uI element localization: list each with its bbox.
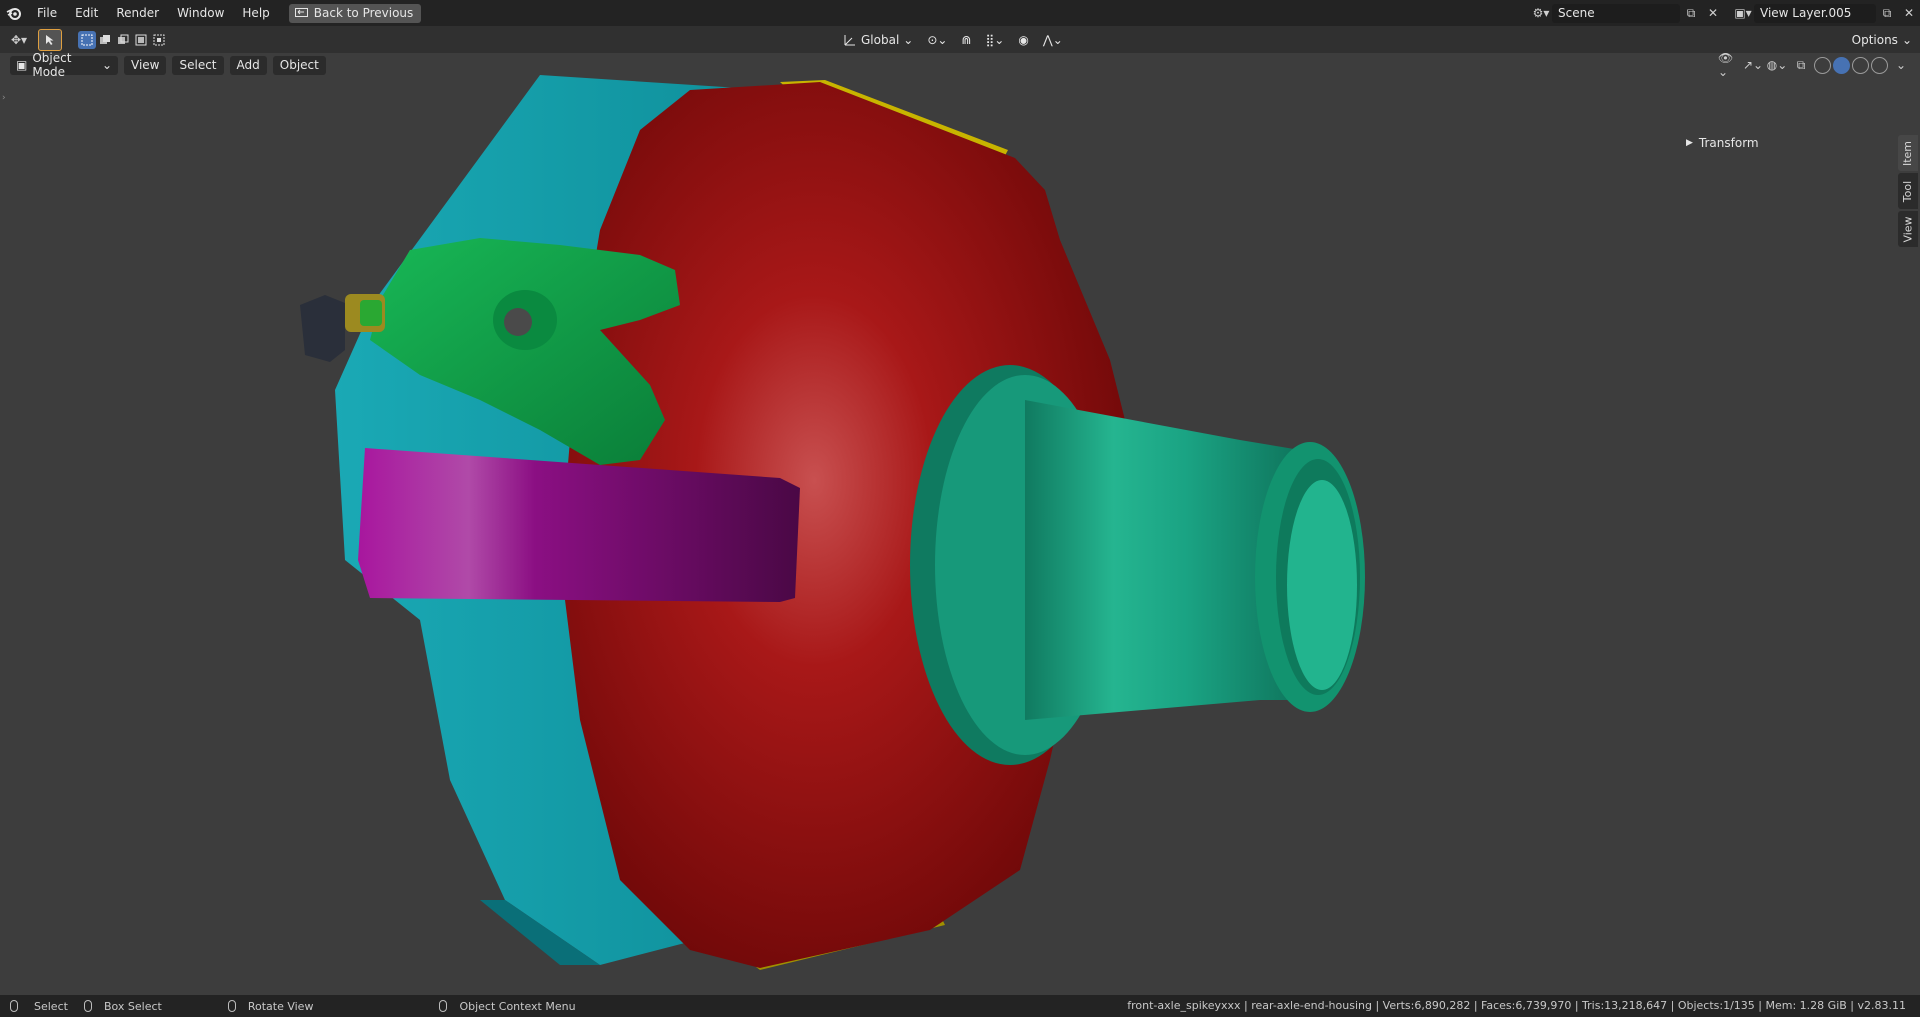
object-mode-icon: ▣ [16, 58, 28, 72]
pivot-point-dropdown[interactable]: ⊙⌄ [922, 30, 952, 49]
object-mode-dropdown[interactable]: ▣ Object Mode ⌄ [10, 51, 118, 79]
scene-browse-icon[interactable]: ⚙▾ [1530, 3, 1552, 23]
hint-select: Select [10, 1000, 68, 1013]
view-layer-browse-icon[interactable]: ▣▾ [1732, 3, 1754, 23]
new-scene-icon[interactable]: ⧉ [1680, 3, 1702, 23]
options-label: Options [1851, 32, 1898, 47]
menu-edit[interactable]: Edit [66, 0, 107, 26]
gizmo-icon[interactable]: ↗⌄ [1742, 55, 1764, 75]
delete-view-layer-icon[interactable]: ✕ [1898, 3, 1920, 23]
tab-tool[interactable]: Tool [1898, 173, 1918, 209]
viewport-menu-view[interactable]: View [124, 55, 167, 75]
select-new-icon[interactable] [78, 30, 96, 49]
viewport-menu-add[interactable]: Add [229, 55, 267, 75]
chevron-down-icon: ⌄ [101, 58, 112, 72]
3d-model-render [300, 75, 1365, 970]
select-intersect-icon[interactable] [150, 31, 168, 49]
mouse-left-icon [10, 1000, 18, 1012]
hint-box-select-label: Box Select [103, 999, 162, 1013]
orientation-axis-icon [844, 34, 855, 45]
transform-orientation-dropdown[interactable]: Global ⌄ [838, 30, 918, 49]
viewport-header: ▣ Object Mode ⌄ View Select Add Object 👁… [0, 51, 1920, 79]
menu-file[interactable]: File [28, 0, 66, 26]
tab-view-label: View [1901, 215, 1915, 243]
viewport-menu-select[interactable]: Select [172, 55, 224, 75]
hint-context-menu: Object Context Menu [439, 999, 576, 1013]
wireframe-shading-icon[interactable] [1814, 56, 1831, 74]
hint-context-menu-label: Object Context Menu [459, 999, 576, 1013]
tab-item-label: Item [1901, 140, 1915, 166]
back-to-previous-button[interactable]: Back to Previous [288, 3, 422, 23]
blender-logo-icon[interactable] [0, 0, 28, 26]
view-layer-text: View Layer.005 [1760, 6, 1852, 20]
chevron-down-icon[interactable]: ⌄ [1890, 55, 1912, 75]
chevron-down-icon: ⌄ [1901, 32, 1912, 47]
scene-selector-area: ⚙▾ Scene ⧉ ✕ ▣▾ View Layer.005 ⧉ ✕ [1530, 0, 1920, 26]
menu-help[interactable]: Help [233, 0, 278, 26]
orientation-label: Global [861, 32, 900, 47]
hint-box-select: Box Select [83, 999, 162, 1013]
chevron-down-icon: ⌄ [903, 32, 914, 47]
select-subtract-icon[interactable] [114, 31, 132, 49]
tab-tool-label: Tool [1901, 180, 1915, 202]
selection-mode-group [78, 30, 168, 49]
hint-rotate-view-label: Rotate View [247, 999, 314, 1013]
viewport-shading-controls: 👁⌄ ↗⌄ ◍⌄ ⧉ ⌄ [1718, 51, 1912, 79]
transform-tools: Global ⌄ ⊙⌄ ⋒ ⣿⌄ ◉ ⋀⌄ [838, 26, 1068, 53]
proportional-edit-toggle[interactable]: ◉ [1013, 30, 1033, 49]
tab-item[interactable]: Item [1898, 135, 1918, 171]
magnet-icon: ⋒ [961, 32, 972, 47]
snap-toggle[interactable]: ⋒ [956, 30, 976, 49]
select-tool-icon[interactable] [38, 28, 62, 51]
tool-header: ✥▾ Global ⌄ ⊙⌄ ⋒ ⣿⌄ ◉ ⋀⌄ Options ⌄ [0, 26, 1920, 53]
material-preview-shading-icon[interactable] [1852, 56, 1869, 74]
solid-shading-icon[interactable] [1833, 56, 1850, 74]
back-screen-icon [294, 7, 308, 17]
sidebar-tabs: Item Tool View [1898, 135, 1920, 249]
pivot-icon: ⊙⌄ [927, 32, 948, 47]
transform-panel-header[interactable]: ▶ Transform [1686, 136, 1759, 150]
falloff-dropdown[interactable]: ⋀⌄ [1038, 30, 1068, 49]
select-invert-icon[interactable] [132, 31, 150, 49]
falloff-curve-icon: ⋀⌄ [1042, 32, 1063, 47]
delete-scene-icon[interactable]: ✕ [1702, 3, 1724, 23]
mouse-middle-icon [227, 1000, 236, 1012]
view-layer-field[interactable]: View Layer.005 [1754, 3, 1876, 23]
disclosure-triangle-icon: ▶ [1686, 138, 1693, 148]
proportional-edit-icon: ◉ [1018, 32, 1029, 47]
editor-type-icon[interactable]: ✥▾ [8, 30, 30, 50]
overlays-icon[interactable]: ◍⌄ [1766, 55, 1788, 75]
3d-viewport[interactable]: ▶ Transform Item Tool View › [0, 53, 1920, 995]
mouse-right-icon [439, 1000, 448, 1012]
transform-panel-label: Transform [1698, 136, 1759, 150]
toolbar-expand-icon[interactable]: › [2, 93, 6, 103]
select-extend-icon[interactable] [96, 31, 114, 49]
snap-grid-icon: ⣿⌄ [985, 32, 1005, 47]
tab-view[interactable]: View [1898, 211, 1918, 247]
object-mode-label: Object Mode [32, 51, 72, 79]
menu-window[interactable]: Window [168, 0, 233, 26]
status-bar: Select Box Select Rotate View Object Con… [0, 995, 1920, 1017]
scene-statistics: front-axle_spikeyxxx | rear-axle-end-hou… [1127, 999, 1906, 1012]
scene-name-text: Scene [1558, 6, 1595, 20]
mouse-drag-icon [83, 1000, 92, 1012]
top-menu-bar: File Edit Render Window Help Back to Pre… [0, 0, 1920, 26]
hint-select-label: Select [34, 999, 68, 1013]
viewport-menu-object[interactable]: Object [272, 55, 326, 75]
rendered-shading-icon[interactable] [1871, 56, 1888, 74]
menu-render[interactable]: Render [107, 0, 168, 26]
visibility-eye-icon[interactable]: 👁⌄ [1718, 51, 1740, 79]
hint-rotate-view: Rotate View [227, 999, 314, 1013]
xray-toggle-icon[interactable]: ⧉ [1790, 55, 1812, 75]
new-view-layer-icon[interactable]: ⧉ [1876, 3, 1898, 23]
snap-target-dropdown[interactable]: ⣿⌄ [981, 30, 1010, 49]
back-to-previous-label: Back to Previous [313, 6, 414, 20]
options-dropdown[interactable]: Options ⌄ [1852, 30, 1912, 49]
scene-name-field[interactable]: Scene [1552, 3, 1680, 23]
